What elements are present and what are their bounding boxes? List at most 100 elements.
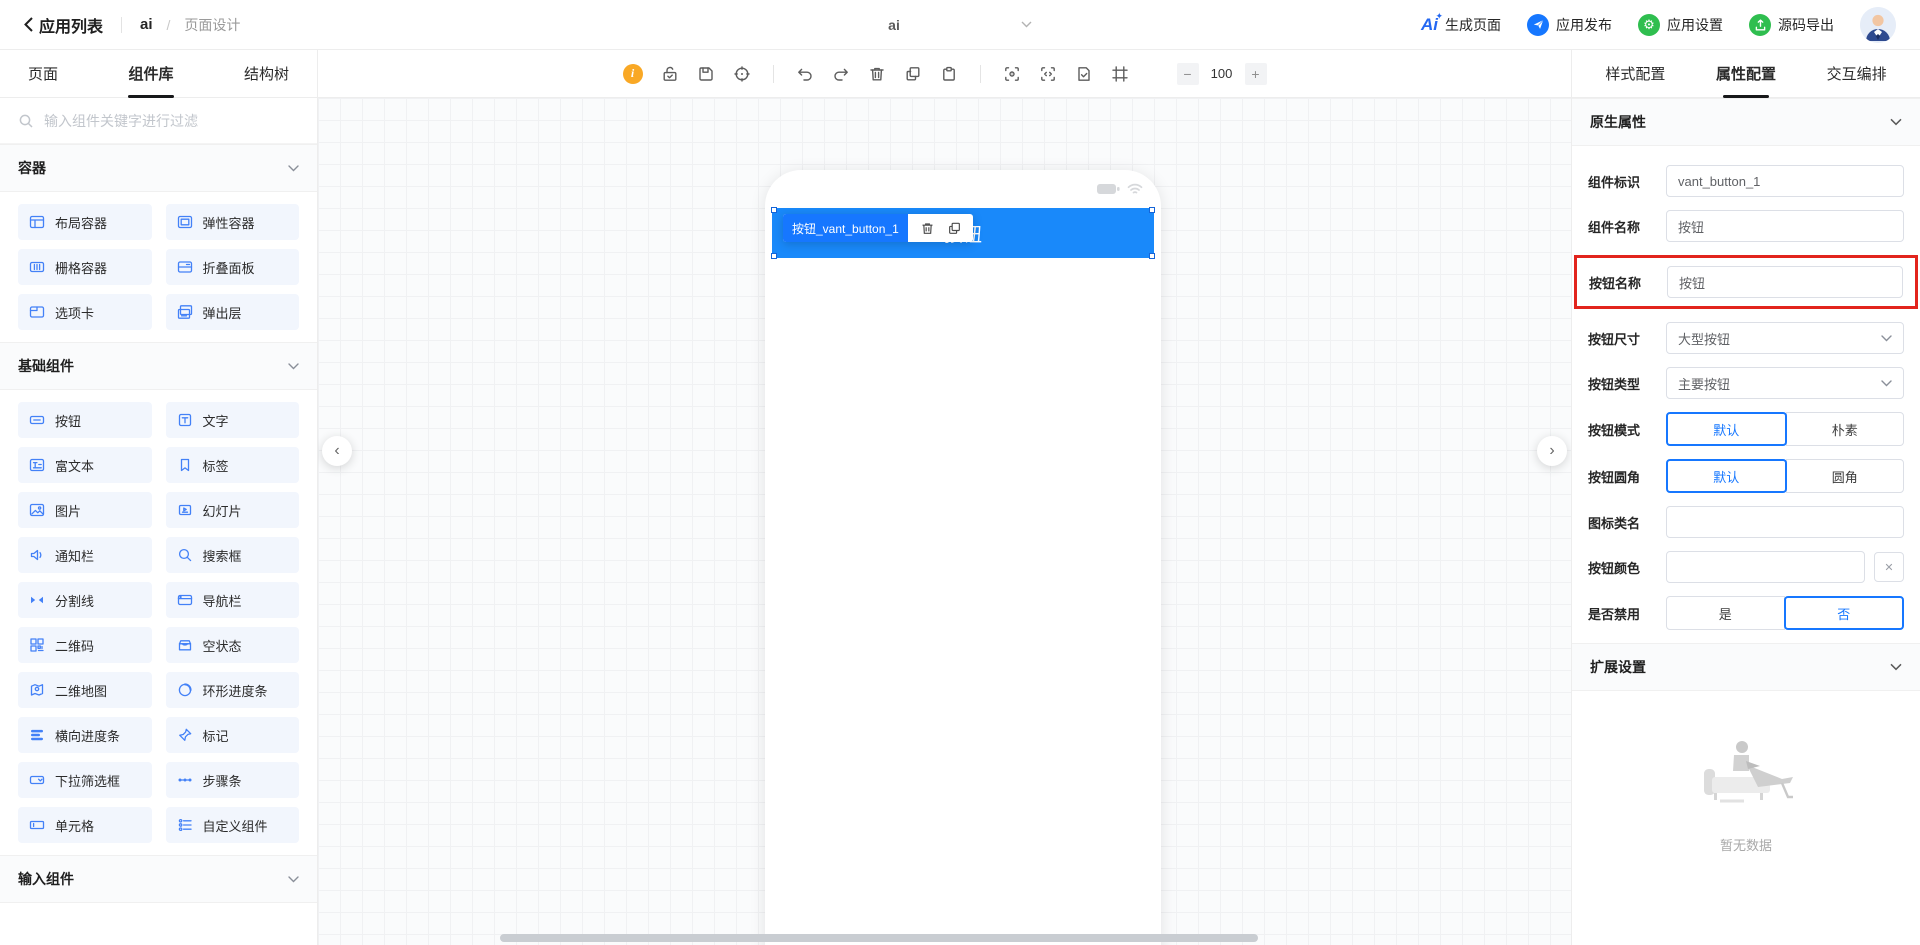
component-item-layout-container[interactable]: 布局容器 [18,204,152,240]
tabs-card-icon [29,304,45,320]
native-props-section-header[interactable]: 原生属性 [1572,98,1920,146]
field-select-button-type[interactable]: 主要按钮 [1666,367,1904,399]
delete-component-icon[interactable] [920,221,935,236]
component-item-tabs-card[interactable]: 选项卡 [18,294,152,330]
doc-check-icon[interactable] [1075,65,1093,83]
copy-component-icon[interactable] [947,221,962,236]
copy-icon[interactable] [904,65,922,83]
field-disabled: 是否禁用是否 [1588,596,1904,630]
extension-section-header[interactable]: 扩展设置 [1572,643,1920,691]
component-item-tag[interactable]: 标签 [166,447,300,483]
page-select-dropdown[interactable]: ai [756,0,1032,50]
redo-icon[interactable] [832,65,850,83]
zoom-out-button[interactable]: − [1177,63,1199,85]
component-item-button[interactable]: 按钮 [18,402,152,438]
back-to-app-list[interactable]: 应用列表 [24,13,103,37]
component-item-qrcode[interactable]: 二维码 [18,627,152,663]
collapse-right-panel-button[interactable]: › [1537,436,1567,466]
field-input-component-name[interactable] [1666,210,1904,242]
component-item-rich-text[interactable]: 富文本 [18,447,152,483]
component-item-search-box[interactable]: 搜索框 [166,537,300,573]
frame-icon[interactable] [1111,65,1129,83]
component-item-label: 图片 [55,501,81,520]
selection-handle[interactable] [1149,207,1155,213]
tab-structure[interactable]: 结构树 [244,50,289,98]
paste-icon[interactable] [940,65,958,83]
header-action-app-publish[interactable]: 应用发布 [1527,14,1612,36]
selection-handle[interactable] [1149,253,1155,259]
clear-color-button[interactable]: ✕ [1874,552,1904,582]
save-icon[interactable] [697,65,715,83]
field-input-icon-class[interactable] [1666,506,1904,538]
h-progress-icon [29,727,45,743]
selection-handle[interactable] [771,207,777,213]
component-item-empty-state[interactable]: 空状态 [166,627,300,663]
section-header-容器[interactable]: 容器 [0,144,317,192]
header-action-generate-page[interactable]: Ai✦生成页面 [1421,15,1501,35]
properties-panel: 样式配置属性配置交互编排 原生属性 组件标识组件名称按钮名称按钮尺寸大型按钮按钮… [1571,50,1920,945]
component-item-label: 分割线 [55,591,94,610]
component-item-carousel[interactable]: 幻灯片 [166,492,300,528]
component-item-navbar[interactable]: 导航栏 [166,582,300,618]
segment-option-disabled-0[interactable]: 是 [1666,596,1785,630]
field-select-button-size[interactable]: 大型按钮 [1666,322,1904,354]
component-item-marker[interactable]: 标记 [166,717,300,753]
header-action-code-export[interactable]: 源码导出 [1749,14,1834,36]
tab-style-config[interactable]: 样式配置 [1605,50,1665,98]
info-icon[interactable]: i [623,64,643,84]
chevron-down-icon [1890,118,1902,126]
component-item-notice-bar[interactable]: 通知栏 [18,537,152,573]
component-item-text[interactable]: 文字 [166,402,300,438]
unlock-icon[interactable] [661,65,679,83]
delete-icon[interactable] [868,65,886,83]
component-item-divider-line[interactable]: 分割线 [18,582,152,618]
user-avatar[interactable] [1860,7,1896,43]
back-label: 应用列表 [39,13,103,37]
component-item-image[interactable]: 图片 [18,492,152,528]
section-title: 输入组件 [18,869,74,889]
canvas-vant-button[interactable]: 按钮 按钮_vant_button_1 [772,208,1154,258]
component-item-steps[interactable]: 步骤条 [166,762,300,798]
component-item-h-progress[interactable]: 横向进度条 [18,717,152,753]
settings-icon: ⚙ [1638,14,1660,36]
segment-option-button-radius-0[interactable]: 默认 [1666,459,1787,493]
tab-interaction[interactable]: 交互编排 [1827,50,1887,98]
field-input-component-id[interactable] [1666,165,1904,197]
tab-components[interactable]: 组件库 [128,50,173,98]
segment-option-button-mode-0[interactable]: 默认 [1666,412,1787,446]
component-item-map[interactable]: 二维地图 [18,672,152,708]
segment-option-button-mode-1[interactable]: 朴素 [1786,412,1905,446]
code-scan-icon[interactable] [1039,65,1057,83]
tab-pages[interactable]: 页面 [28,50,58,98]
header-action-app-settings[interactable]: ⚙应用设置 [1638,14,1723,36]
component-item-grid-container[interactable]: 栅格容器 [18,249,152,285]
zoom-in-button[interactable]: + [1245,63,1267,85]
horizontal-scrollbar[interactable] [500,934,1258,942]
component-item-cell[interactable]: 单元格 [18,807,152,843]
section-header-基础组件[interactable]: 基础组件 [0,342,317,390]
target-icon[interactable] [733,65,751,83]
preview-scan-icon[interactable] [1003,65,1021,83]
component-item-circle-progress[interactable]: 环形进度条 [166,672,300,708]
field-component-id: 组件标识 [1588,165,1904,197]
selection-handle[interactable] [771,253,777,259]
component-item-dropdown-filter[interactable]: 下拉筛选框 [18,762,152,798]
component-item-popup-layer[interactable]: 弹出层 [166,294,300,330]
segment-option-button-radius-1[interactable]: 圆角 [1786,459,1905,493]
undo-icon[interactable] [796,65,814,83]
section-header-输入组件[interactable]: 输入组件 [0,855,317,903]
component-item-custom-component[interactable]: 自定义组件 [166,807,300,843]
field-input-button-color[interactable] [1666,551,1865,583]
component-item-label: 横向进度条 [55,726,120,745]
component-item-flex-container[interactable]: 弹性容器 [166,204,300,240]
component-item-collapse-panel[interactable]: 折叠面板 [166,249,300,285]
field-input-button-name[interactable] [1667,266,1903,298]
chevron-down-icon [1881,380,1892,387]
color-input-group: ✕ [1666,551,1904,583]
collapse-left-panel-button[interactable]: ‹ [322,436,352,466]
selection-popover: 按钮_vant_button_1 [783,214,973,242]
component-search[interactable]: 输入组件关键字进行过滤 [0,98,317,144]
segment-option-disabled-1[interactable]: 否 [1784,596,1905,630]
section-title: 基础组件 [18,356,74,376]
tab-props-config[interactable]: 属性配置 [1716,50,1776,98]
